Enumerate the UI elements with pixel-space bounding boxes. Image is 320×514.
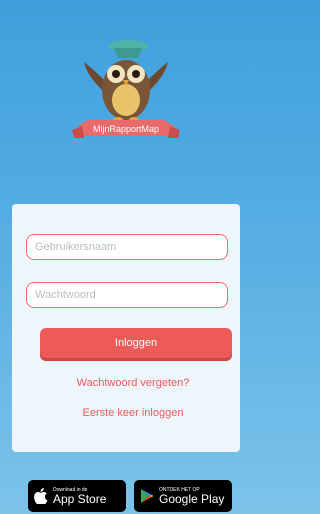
app-store-badge[interactable]: Download in de App Store <box>28 480 126 512</box>
app-logo: MijnRapportMap <box>72 40 180 138</box>
logo-banner-text: MijnRapportMap <box>93 124 159 134</box>
google-play-big-text: Google Play <box>159 491 225 506</box>
first-login-link[interactable]: Eerste keer inloggen <box>26 407 240 419</box>
forgot-password-link[interactable]: Wachtwoord vergeten? <box>26 377 240 389</box>
google-play-icon <box>141 489 154 503</box>
google-play-badge[interactable]: ONTDEK HET OP Google Play <box>134 480 232 512</box>
password-input[interactable] <box>26 282 228 308</box>
login-button[interactable]: Inloggen <box>40 328 232 358</box>
username-input[interactable] <box>26 234 228 260</box>
apple-icon <box>34 488 48 504</box>
app-store-big-text: App Store <box>53 491 107 506</box>
